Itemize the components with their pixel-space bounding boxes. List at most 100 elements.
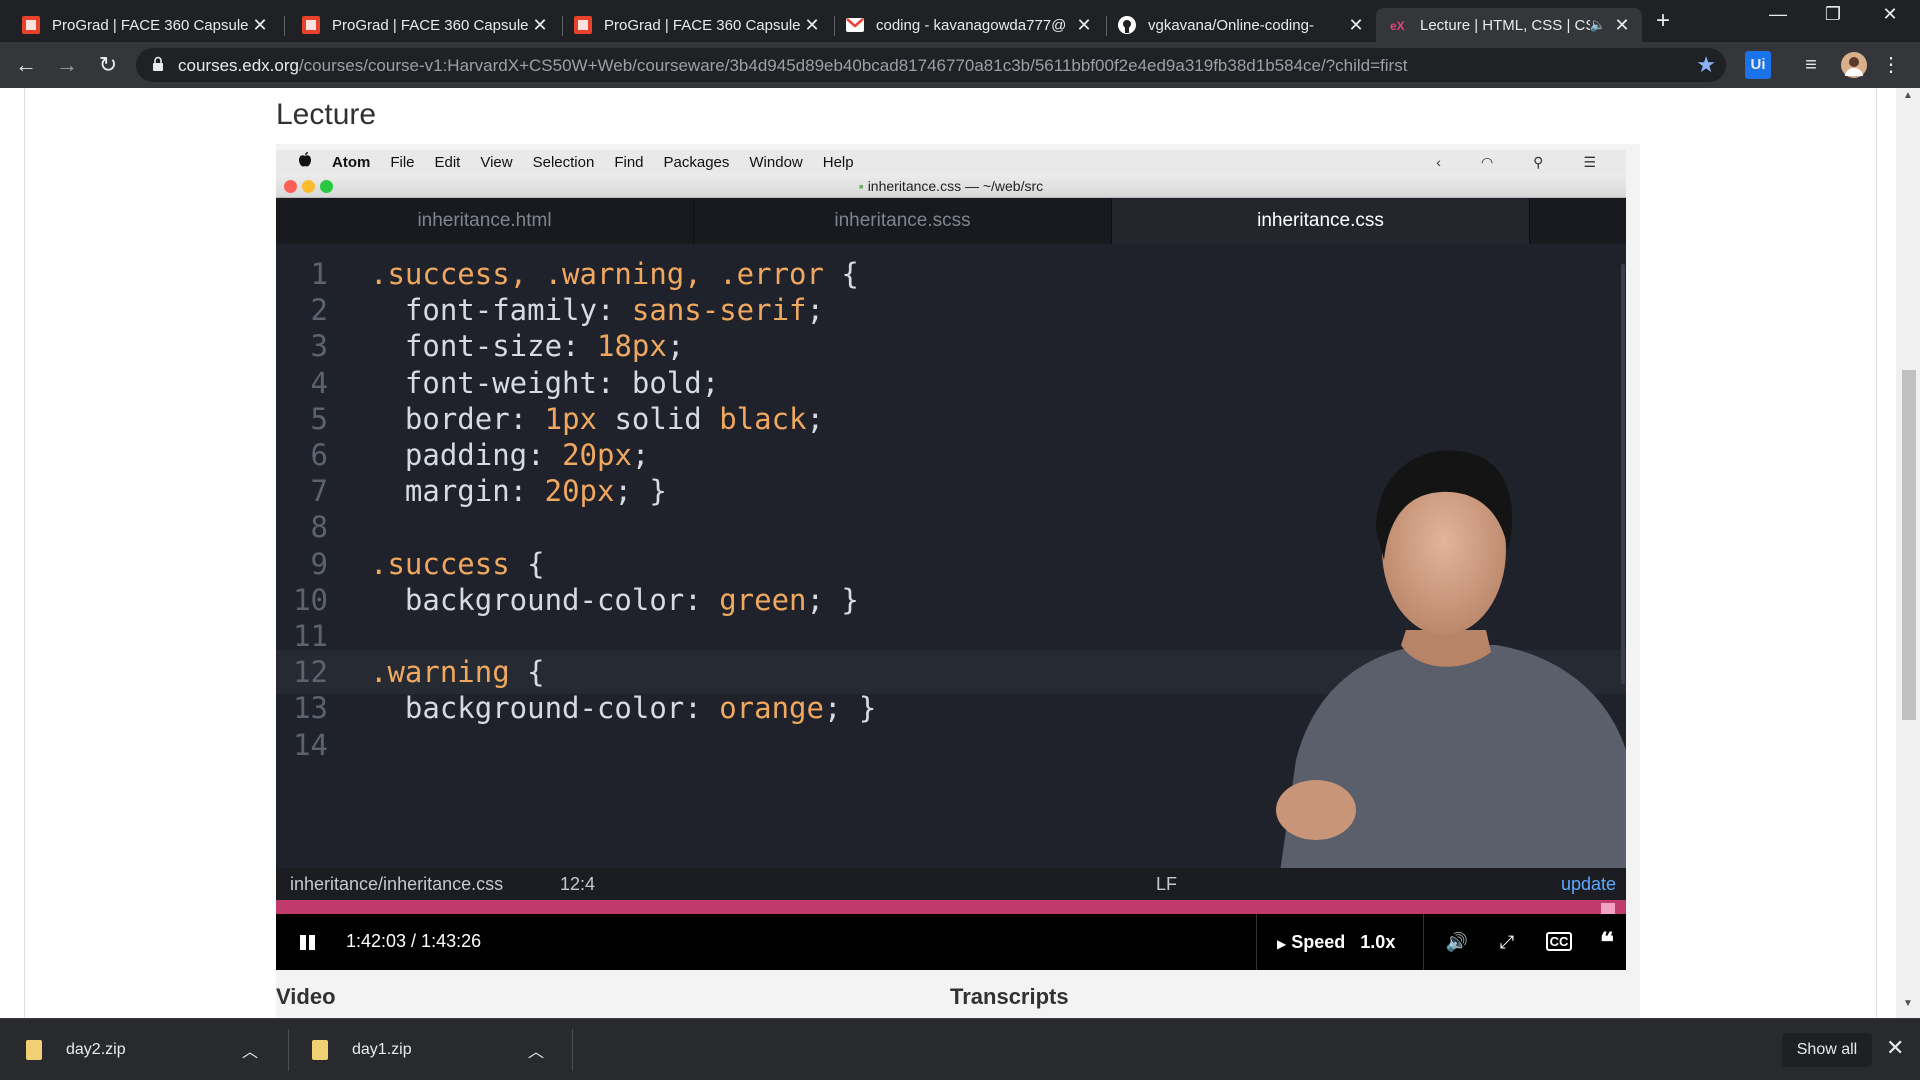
kebab-menu-icon[interactable]: ⋮ bbox=[1881, 51, 1901, 79]
code-token: ; bbox=[806, 293, 824, 328]
code-token: orange bbox=[719, 691, 824, 726]
code-token: font-family: bbox=[370, 293, 632, 328]
tab-close-icon[interactable]: ✕ bbox=[250, 15, 270, 36]
browser-toolbar: ← → ↻ courses.edx.org/courses/course-v1:… bbox=[0, 42, 1920, 88]
download-item[interactable]: day1.zip ︿ bbox=[312, 1019, 562, 1080]
close-shelf-icon[interactable]: ✕ bbox=[1886, 1035, 1904, 1061]
tab-close-icon[interactable]: ✕ bbox=[1074, 15, 1094, 36]
code-token: solid bbox=[597, 401, 720, 436]
close-dot-icon bbox=[284, 180, 297, 193]
page-scrollbar-thumb[interactable] bbox=[1902, 370, 1916, 720]
gmail-icon bbox=[846, 16, 864, 34]
tab-strip: ProGrad | FACE 360 Capsule | ✕ ProGrad |… bbox=[0, 0, 1920, 42]
video-controls: 1:42:03 / 1:43:26 ▶ Speed 1.0x 🔊 ⤢ CC ❝ bbox=[276, 914, 1626, 970]
mac-menu-item: Window bbox=[749, 153, 803, 171]
forward-icon[interactable]: → bbox=[53, 52, 81, 80]
download-item[interactable]: day2.zip ︿ bbox=[26, 1019, 276, 1080]
code-token: .warning bbox=[370, 655, 510, 690]
back-icon[interactable]: ← bbox=[12, 52, 40, 80]
code-token: ; bbox=[666, 329, 685, 364]
transcript-quote-icon[interactable]: ❝ bbox=[1592, 928, 1622, 956]
address-bar[interactable]: courses.edx.org/courses/course-v1:Harvar… bbox=[136, 48, 1726, 82]
zip-file-icon bbox=[312, 1040, 328, 1060]
mac-menu-item: Atom bbox=[332, 153, 371, 171]
media-control-icon[interactable]: ≡ bbox=[1797, 51, 1825, 79]
tab-gmail[interactable]: coding - kavanagowda777@ ✕ bbox=[832, 8, 1104, 42]
editor-status-bar: inheritance/inheritance.css 12:4 LF upda… bbox=[276, 868, 1626, 900]
video-progress-bar[interactable] bbox=[276, 900, 1626, 917]
tab-divider bbox=[284, 16, 285, 36]
video-player[interactable]: Atom File Edit View Selection Find Packa… bbox=[276, 150, 1626, 960]
mac-menu-item: Help bbox=[822, 153, 854, 171]
code-token: sans-serif bbox=[631, 293, 807, 328]
chevron-left-icon: ‹ bbox=[1436, 154, 1441, 170]
minimize-icon[interactable]: — bbox=[1758, 4, 1798, 25]
code-token: ; } bbox=[823, 691, 877, 726]
tab-prograd-3[interactable]: ProGrad | FACE 360 Capsule | ✕ bbox=[560, 8, 832, 42]
avatar[interactable] bbox=[1840, 51, 1868, 79]
tab-prograd-1[interactable]: ProGrad | FACE 360 Capsule | ✕ bbox=[8, 8, 280, 42]
zoom-dot-icon bbox=[320, 180, 333, 193]
reload-icon[interactable]: ↻ bbox=[94, 52, 122, 80]
page-content: Lecture Atom File Edit View Selection Fi… bbox=[0, 88, 1920, 1018]
code-token: ; } bbox=[614, 474, 667, 509]
code-token: { bbox=[823, 257, 859, 291]
status-update: update bbox=[1560, 874, 1616, 894]
code-token: ; bbox=[631, 438, 650, 472]
lock-icon[interactable] bbox=[152, 56, 164, 77]
tab-title: coding - kavanagowda777@ bbox=[876, 16, 1067, 34]
fullscreen-icon[interactable]: ⤢ bbox=[1492, 928, 1522, 956]
transcripts-heading: Transcripts bbox=[950, 984, 1069, 1009]
code-token: padding: bbox=[370, 438, 563, 472]
editor-tabs: inheritance.html inheritance.scss inheri… bbox=[276, 198, 1626, 244]
captions-icon[interactable]: CC bbox=[1544, 928, 1574, 956]
chevron-up-icon[interactable]: ︿ bbox=[242, 1038, 258, 1062]
window-title-text: inheritance.css — ~/web/src bbox=[867, 178, 1044, 194]
code-token: background-color: bbox=[370, 691, 720, 726]
scroll-down-icon[interactable]: ▼ bbox=[1903, 998, 1913, 1009]
github-icon bbox=[1118, 16, 1136, 34]
mac-status-icons: ‹ ◠ ⚲ ☰ bbox=[1416, 154, 1596, 171]
code-token: background-color: bbox=[370, 582, 720, 617]
tab-close-icon[interactable]: ✕ bbox=[802, 15, 822, 36]
code-token: { bbox=[509, 546, 545, 581]
wifi-icon: ◠ bbox=[1480, 154, 1494, 170]
new-tab-icon[interactable]: + bbox=[1656, 7, 1670, 35]
tab-lecture[interactable]: eX Lecture | HTML, CSS | CS 🔈 ✕ bbox=[1376, 8, 1642, 42]
close-window-icon[interactable]: ✕ bbox=[1870, 4, 1910, 25]
code-token: green bbox=[719, 582, 807, 617]
speaker-icon[interactable]: 🔈 bbox=[1590, 17, 1606, 33]
chevron-up-icon[interactable]: ︿ bbox=[528, 1038, 544, 1062]
scroll-up-icon[interactable]: ▲ bbox=[1903, 90, 1913, 101]
speed-value: 1.0x bbox=[1360, 932, 1396, 952]
extension-ui-icon[interactable]: Ui bbox=[1745, 51, 1771, 79]
code-token: black bbox=[719, 401, 807, 436]
tab-github[interactable]: vgkavana/Online-coding- ✕ bbox=[1104, 8, 1376, 42]
file-icon: ▪ bbox=[858, 178, 864, 194]
speed-label: Speed bbox=[1291, 932, 1346, 952]
speed-button[interactable]: ▶ Speed 1.0x bbox=[1256, 914, 1424, 970]
tab-close-icon[interactable]: ✕ bbox=[530, 15, 550, 36]
tab-title: Lecture | HTML, CSS | CS bbox=[1420, 16, 1590, 34]
tab-title: ProGrad | FACE 360 Capsule | bbox=[332, 16, 530, 34]
show-all-button[interactable]: Show all bbox=[1782, 1033, 1872, 1067]
edx-icon: eX bbox=[1390, 16, 1408, 34]
bookmark-star-icon[interactable]: ★ bbox=[1696, 52, 1716, 78]
pause-button[interactable] bbox=[288, 928, 328, 956]
tab-close-icon[interactable]: ✕ bbox=[1612, 15, 1632, 36]
mac-menu-item: Selection bbox=[532, 153, 595, 171]
maximize-icon[interactable]: ❐ bbox=[1813, 4, 1853, 25]
minimize-dot-icon bbox=[302, 180, 315, 193]
volume-icon[interactable]: 🔊 bbox=[1442, 928, 1472, 956]
url-host: courses.edx.org bbox=[178, 56, 299, 75]
play-triangle-icon: ▶ bbox=[1277, 937, 1287, 951]
download-divider bbox=[288, 1029, 289, 1071]
tab-prograd-2[interactable]: ProGrad | FACE 360 Capsule | ✕ bbox=[288, 8, 560, 42]
code-token: 20px bbox=[544, 474, 615, 509]
video-time: 1:42:03 / 1:43:26 bbox=[346, 931, 482, 951]
mac-menu-item: Packages bbox=[663, 153, 730, 171]
tab-close-icon[interactable]: ✕ bbox=[1346, 15, 1366, 36]
search-icon: ⚲ bbox=[1533, 154, 1544, 170]
editor-tab-active: inheritance.css bbox=[1112, 198, 1530, 244]
tab-title: vgkavana/Online-coding- bbox=[1148, 16, 1314, 34]
